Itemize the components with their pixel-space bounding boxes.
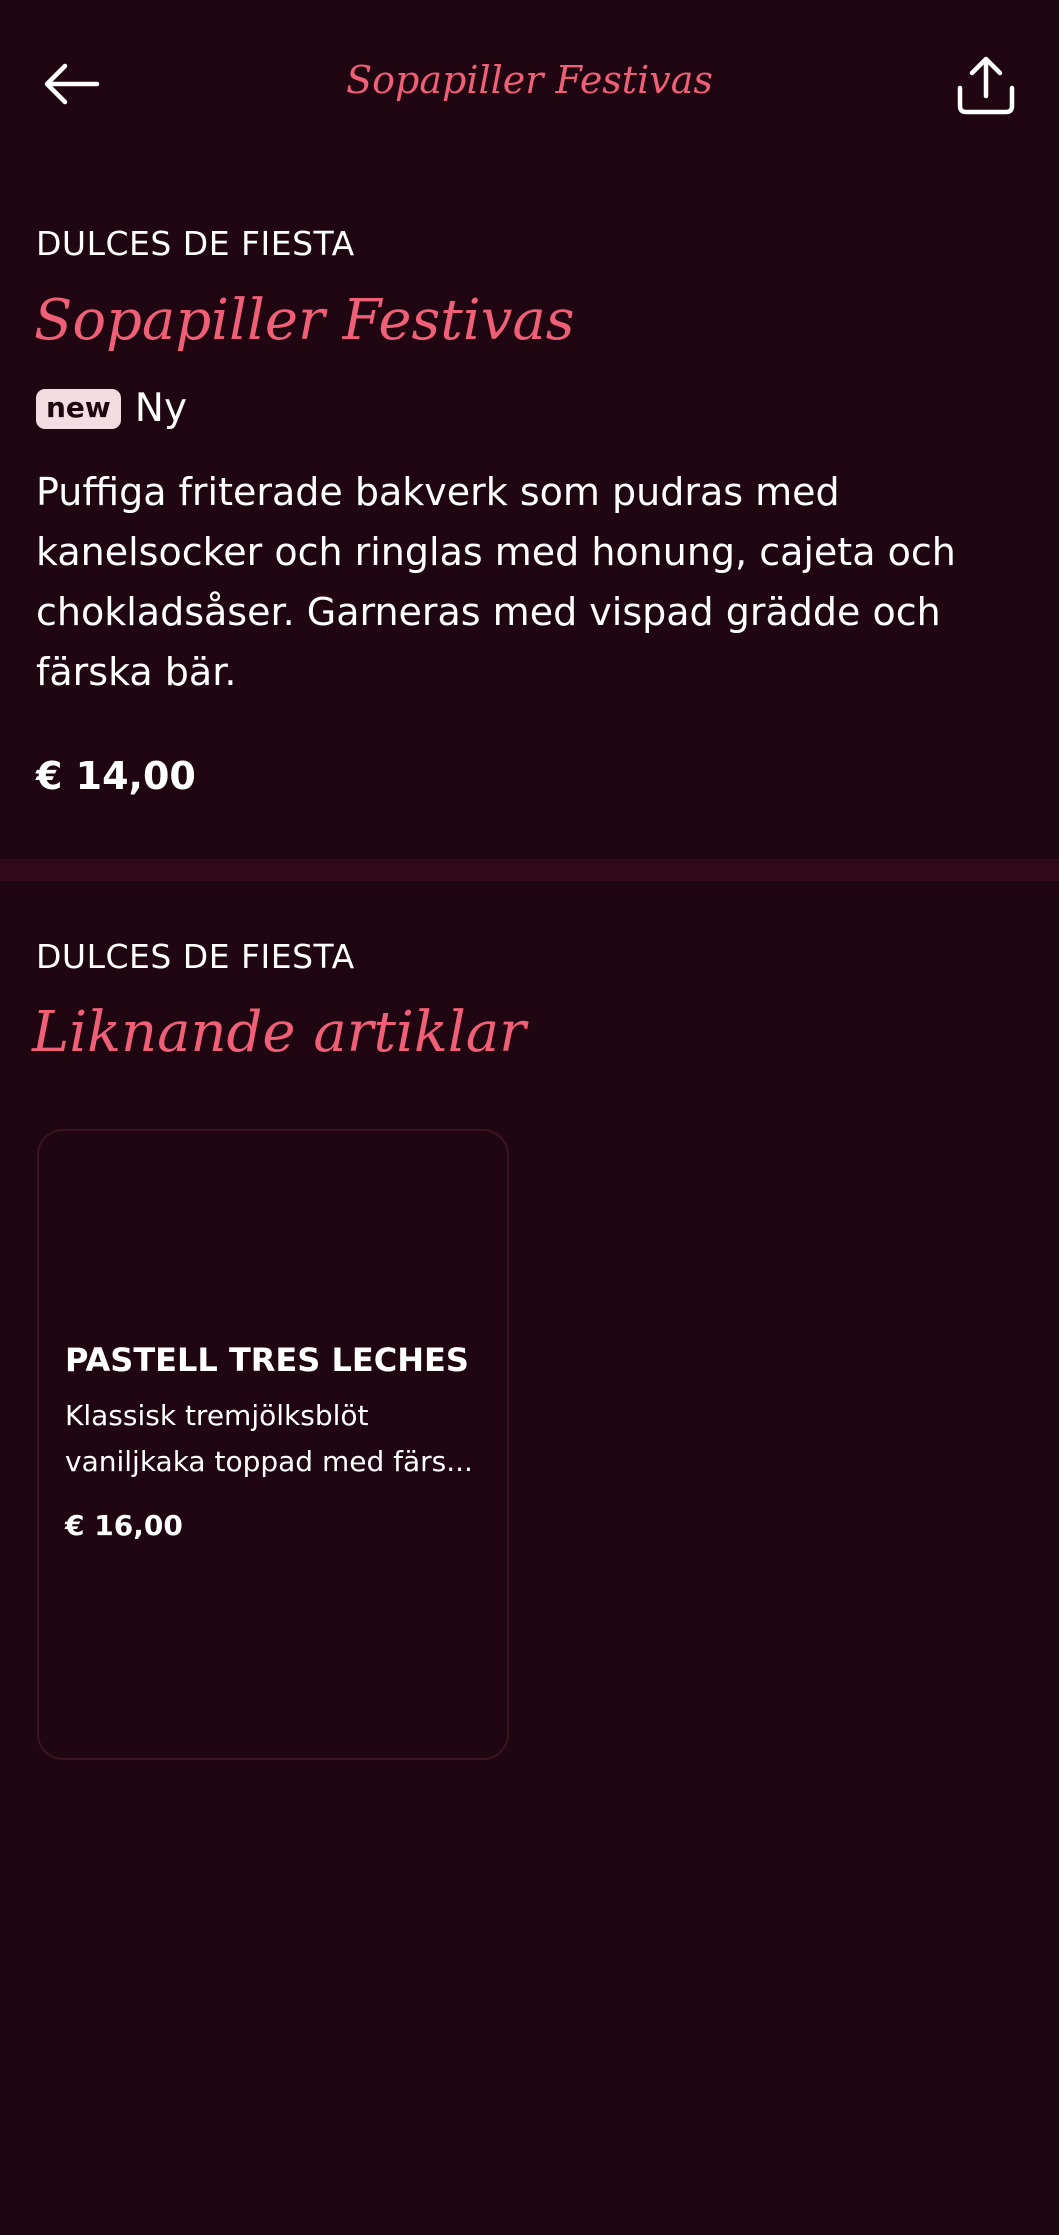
similar-item-name: PASTELL TRES LECHES [65, 1341, 469, 1379]
similar-item-description: Klassisk tremjölksblöt vaniljkaka toppad… [65, 1393, 485, 1485]
share-icon [957, 56, 1015, 115]
similar-item-description-line1: Klassisk tremjölksblöt [65, 1399, 369, 1432]
product-category: DULCES DE FIESTA [36, 224, 355, 263]
similar-item-description-line2: vaniljkaka toppad med färs... [65, 1445, 473, 1478]
top-bar: Sopapiller Festivas [0, 0, 1059, 170]
badge-label: Ny [134, 386, 188, 431]
product-price: € 14,00 [36, 754, 196, 798]
similar-item-card[interactable]: PASTELL TRES LECHES Klassisk tremjölksbl… [37, 1129, 509, 1760]
product-name: Sopapiller Festivas [34, 288, 575, 353]
similar-category: DULCES DE FIESTA [36, 937, 355, 976]
product-description: Puffiga friterade bakverk som pudras med… [36, 470, 956, 694]
section-divider [0, 859, 1059, 881]
arrow-left-icon [44, 63, 100, 105]
similar-item-price: € 16,00 [65, 1509, 183, 1542]
share-button[interactable] [950, 50, 1022, 122]
badge-row: new Ny [36, 386, 187, 431]
back-button[interactable] [38, 56, 104, 112]
similar-heading: Liknande artiklar [32, 1000, 526, 1065]
new-badge: new [36, 388, 121, 429]
header-title: Sopapiller Festivas [346, 58, 713, 102]
